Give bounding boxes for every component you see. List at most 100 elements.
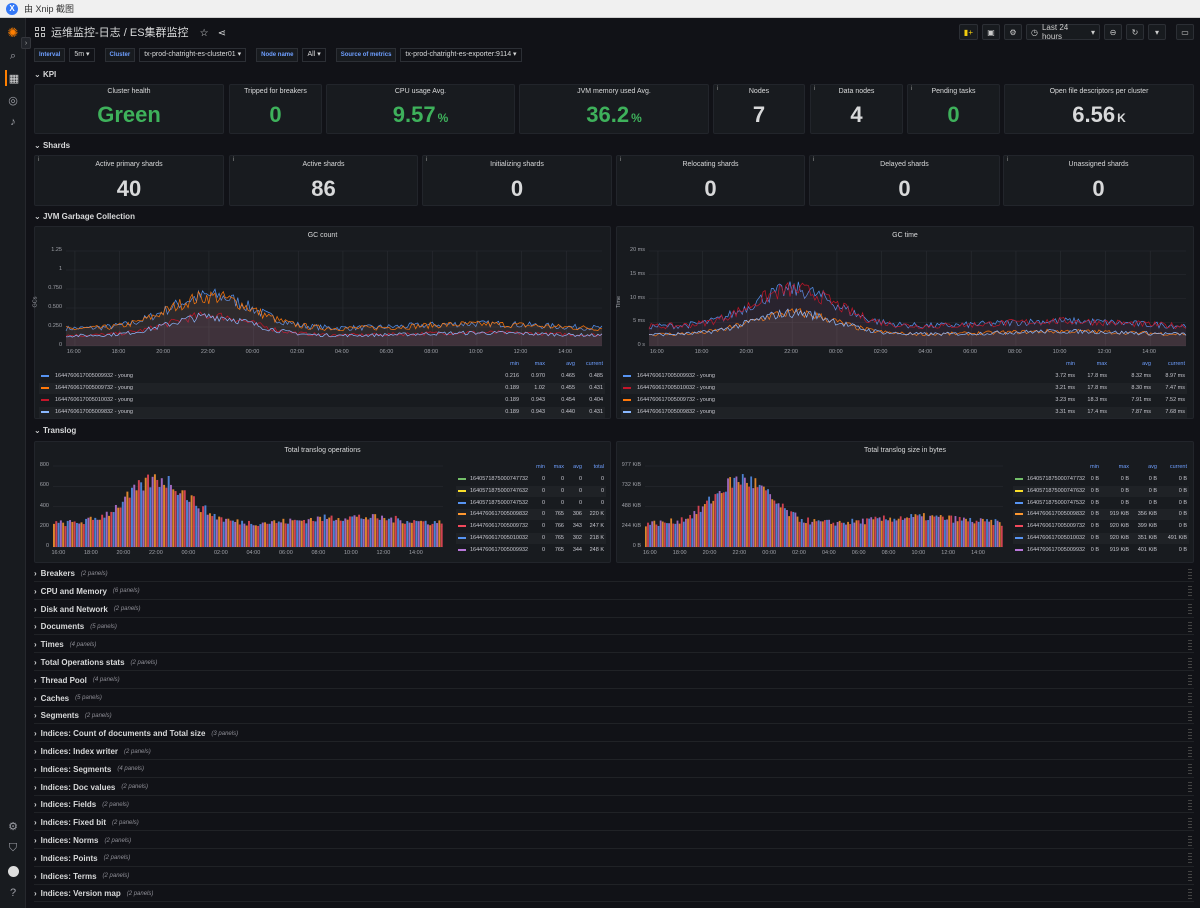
star-icon[interactable]: ☆ xyxy=(200,28,209,39)
drag-handle-icon[interactable] xyxy=(1188,586,1192,597)
collapsed-row[interactable]: › Indices: Segments (4 panels) xyxy=(34,762,1194,778)
drag-handle-icon[interactable] xyxy=(1188,871,1192,882)
collapsed-row[interactable]: › Indices: Index writer (2 panels) xyxy=(34,744,1194,760)
grafana-logo-icon[interactable]: ✺ xyxy=(5,25,21,41)
collapsed-row[interactable]: › Indices: Count of documents and Total s… xyxy=(34,726,1194,743)
shard-stat-panel[interactable]: i Active shards 86 xyxy=(229,155,418,206)
legend-row[interactable]: 1644760617005009832 0 765 306 220 K xyxy=(456,509,606,521)
drag-handle-icon[interactable] xyxy=(1188,853,1192,864)
drag-handle-icon[interactable] xyxy=(1188,568,1192,579)
legend-row[interactable]: 1644760617005010032 - young 3.21 ms 17.8 m… xyxy=(621,383,1187,394)
legend-row[interactable]: 1640571875000747732 0 B0 B0 B0 B xyxy=(1013,474,1189,485)
collapsed-row[interactable]: › Indices: Doc values (2 panels) xyxy=(34,780,1194,796)
legend-row[interactable]: 1640571875000747632 0 B0 B0 B0 B xyxy=(1013,485,1189,497)
drag-handle-icon[interactable] xyxy=(1188,657,1192,668)
kpi-stat-panel[interactable]: i Nodes 7 xyxy=(713,84,805,134)
legend-row[interactable]: 1644760617005009932 0 B 919 KiB 401 KiB 0 B xyxy=(1013,545,1189,556)
refresh-icon[interactable]: ↻ xyxy=(1126,24,1144,40)
gear-icon[interactable]: ⚙ xyxy=(5,818,21,834)
collapsed-row[interactable]: › Caches (5 panels) xyxy=(34,691,1194,707)
kpi-stat-panel[interactable]: CPU usage Avg. 9.57% xyxy=(326,84,515,134)
var-node-select[interactable]: All ▾ xyxy=(302,48,326,62)
avatar[interactable] xyxy=(5,863,21,879)
breadcrumb-folder[interactable]: 运维监控-日志 xyxy=(51,27,121,39)
help-icon[interactable]: ? xyxy=(5,885,21,901)
collapsed-row[interactable]: › Indices: Version map (2 panels) xyxy=(34,886,1194,903)
collapsed-row[interactable]: › Indices: Fields (2 panels) xyxy=(34,797,1194,814)
zoom-out-icon[interactable]: ⊖ xyxy=(1104,24,1122,40)
collapsed-row[interactable]: › Breakers (2 panels) xyxy=(34,566,1194,582)
legend-row[interactable]: 1644760617005009932 - young 0.216 0.970 0.4… xyxy=(39,371,605,382)
drag-handle-icon[interactable] xyxy=(1188,728,1192,739)
legend-row[interactable]: 1644760617005010032 0 B 920 KiB 351 KiB 491 … xyxy=(1013,533,1189,544)
collapsed-row[interactable]: › CPU and Memory (6 panels) xyxy=(34,584,1194,600)
drag-handle-icon[interactable] xyxy=(1188,888,1192,899)
drag-handle-icon[interactable] xyxy=(1188,604,1192,615)
collapsed-row[interactable]: › Indices: Fixed bit (2 panels) xyxy=(34,815,1194,832)
drag-handle-icon[interactable] xyxy=(1188,710,1192,721)
legend-row[interactable]: 1644760617005009832 - young 3.31 ms 17.4 m… xyxy=(621,407,1187,418)
drag-handle-icon[interactable] xyxy=(1188,817,1192,828)
row-translog[interactable]: ⌄ Translog xyxy=(34,423,1194,437)
refresh-interval-dropdown[interactable]: ▾ xyxy=(1148,24,1166,40)
legend-row[interactable]: 1644760617005009932 0 765 344 248 K xyxy=(456,545,606,556)
legend-row[interactable]: 1644760617005009832 - young 0.189 0.943 0.4… xyxy=(39,407,605,418)
save-icon[interactable]: ▣ xyxy=(982,24,1000,40)
time-range-picker[interactable]: ◷ Last 24 hours ▾ xyxy=(1026,23,1100,41)
collapsed-row[interactable]: › Indices: Points (2 panels) xyxy=(34,851,1194,867)
collapsed-row[interactable]: › Times (4 panels) xyxy=(34,637,1194,654)
drag-handle-icon[interactable] xyxy=(1188,764,1192,775)
shard-stat-panel[interactable]: i Initializing shards 0 xyxy=(422,155,612,206)
row-shards[interactable]: ⌄ Shards xyxy=(34,138,1194,152)
shard-stat-panel[interactable]: i Active primary shards 40 xyxy=(34,155,224,206)
row-jvm-gc[interactable]: ⌄ JVM Garbage Collection xyxy=(34,209,1194,223)
var-cluster-select[interactable]: tx-prod-chatright-es-cluster01 ▾ xyxy=(139,48,247,62)
collapsed-row[interactable]: › Indices: Norms (2 panels) xyxy=(34,833,1194,849)
legend-row[interactable]: 1644760617005010032 - young 0.189 0.943 0.4… xyxy=(39,395,605,406)
legend-row[interactable]: 1644760617005009732 - young 3.23 ms 18.3 m… xyxy=(621,395,1187,406)
legend-row[interactable]: 1640571875000747732 0 0 0 0 xyxy=(456,474,606,485)
share-icon[interactable]: ⋖ xyxy=(218,28,226,39)
legend-row[interactable]: 1640571875000747532 0 0 0 0 xyxy=(456,498,606,509)
drag-handle-icon[interactable] xyxy=(1188,693,1192,704)
drag-handle-icon[interactable] xyxy=(1188,799,1192,810)
legend-row[interactable]: 1640571875000747532 0 B0 B0 B0 B xyxy=(1013,498,1189,509)
collapsed-row[interactable]: › Indices: Terms (2 panels) xyxy=(34,869,1194,885)
kpi-stat-panel[interactable]: Open file descriptors per cluster 6.56 K xyxy=(1004,84,1194,134)
shard-stat-panel[interactable]: i Relocating shards 0 xyxy=(616,155,805,206)
kpi-stat-panel[interactable]: i Data nodes 4 xyxy=(810,84,903,134)
row-kpi[interactable]: ⌄ KPI xyxy=(34,67,1194,81)
kpi-stat-panel[interactable]: Tripped for breakers 0 xyxy=(229,84,322,134)
legend-row[interactable]: 1644760617005010032 0 765 302 218 K xyxy=(456,533,606,544)
drag-handle-icon[interactable] xyxy=(1188,675,1192,686)
kpi-stat-panel[interactable]: Cluster health Green xyxy=(34,84,224,134)
explore-icon[interactable]: ◎ xyxy=(5,92,21,108)
shard-stat-panel[interactable]: i Delayed shards 0 xyxy=(809,155,1000,206)
legend-row[interactable]: 1644760617005009732 0 766 343 247 K xyxy=(456,521,606,532)
settings-gear-icon[interactable]: ⚙ xyxy=(1004,24,1022,40)
breadcrumb-dashboard[interactable]: ES集群监控 xyxy=(130,27,189,39)
legend-row[interactable]: 1644760617005009932 - young 3.72 ms 17.8 m… xyxy=(621,371,1187,382)
legend-row[interactable]: 1644760617005009832 0 B 919 KiB 356 KiB 0 B xyxy=(1013,509,1189,521)
legend-row[interactable]: 1644760617005009732 - young 0.189 1.02 0.45… xyxy=(39,383,605,394)
tv-mode-icon[interactable]: ▭ xyxy=(1176,24,1194,40)
kpi-stat-panel[interactable]: i Pending tasks 0 xyxy=(907,84,1000,134)
collapsed-row[interactable]: › Total Operations stats (2 panels) xyxy=(34,655,1194,671)
translog-operations-panel[interactable]: Total translog operations 800 600 400 200 0 1… xyxy=(34,441,611,563)
legend-row[interactable]: 1640571875000747632 0 0 0 0 xyxy=(456,485,606,497)
collapsed-row[interactable]: › Thread Pool (4 panels) xyxy=(34,673,1194,689)
gc-count-panel[interactable]: GC count 1.25 1 0.750 0.500 0.250 0 16:00 18:00… xyxy=(33,226,611,419)
drag-handle-icon[interactable] xyxy=(1188,835,1192,846)
collapsed-row[interactable]: › Disk and Network (2 panels) xyxy=(34,602,1194,618)
alerting-bell-icon[interactable]: ♪ xyxy=(5,114,21,130)
collapsed-row[interactable]: › Documents (5 panels) xyxy=(34,619,1194,636)
dashboards-icon[interactable]: ▦ xyxy=(5,70,21,86)
gc-time-panel[interactable]: GC time 20 ms 15 ms 10 ms 5 ms 0 s 16:00 18:00… xyxy=(616,226,1194,419)
translog-size-panel[interactable]: Total translog size in bytes 977 KiB 732 … xyxy=(616,441,1194,563)
drag-handle-icon[interactable] xyxy=(1188,621,1192,632)
shard-stat-panel[interactable]: i Unassigned shards 0 xyxy=(1003,155,1194,206)
collapsed-row[interactable]: › Segments (2 panels) xyxy=(34,708,1194,725)
search-icon[interactable]: ⌕ xyxy=(5,48,21,64)
drag-handle-icon[interactable] xyxy=(1188,746,1192,757)
shield-icon[interactable]: ⛉ xyxy=(5,840,21,856)
